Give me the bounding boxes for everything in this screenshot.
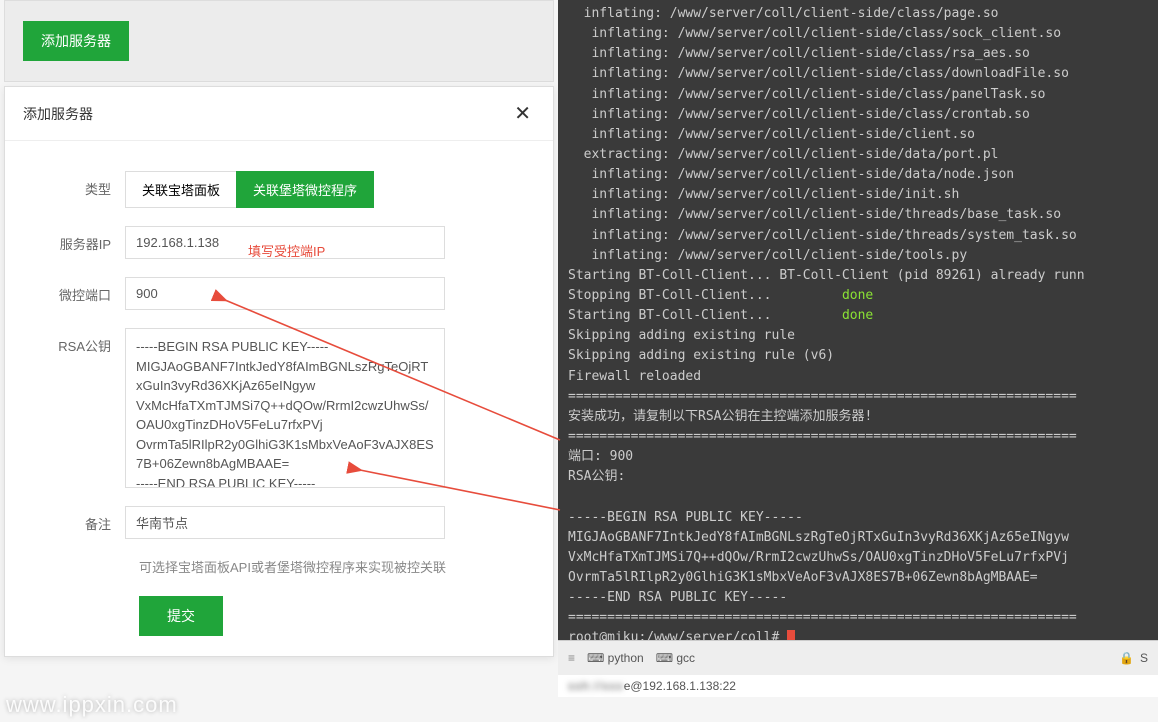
remark-label: 备注 bbox=[45, 506, 125, 533]
port-input[interactable] bbox=[125, 277, 445, 310]
menu-icon[interactable]: ≡ bbox=[568, 651, 575, 665]
terminal-status-bar: ≡ ⌨ python ⌨ gcc 🔒 S bbox=[558, 640, 1158, 675]
add-server-modal: 添加服务器 ✕ 类型 关联宝塔面板 关联堡塔微控程序 服务器IP 微控端口 RS… bbox=[4, 86, 554, 657]
add-server-button[interactable]: 添加服务器 bbox=[23, 21, 129, 61]
lock-icon: 🔒 bbox=[1119, 651, 1134, 665]
port-label: 微控端口 bbox=[45, 277, 125, 304]
help-text: 可选择宝塔面板API或者堡塔微控程序来实现被控关联 bbox=[139, 557, 513, 576]
type-label: 类型 bbox=[45, 171, 125, 198]
watermark: www.ippxin.com bbox=[6, 692, 178, 718]
top-bar: 添加服务器 bbox=[4, 0, 554, 82]
tab-panel[interactable]: 关联宝塔面板 bbox=[125, 171, 236, 208]
close-icon[interactable]: ✕ bbox=[510, 101, 535, 126]
status-right-text: S bbox=[1140, 651, 1148, 665]
terminal-cursor bbox=[787, 630, 795, 640]
server-ip-label: 服务器IP bbox=[45, 226, 125, 253]
tab-micro[interactable]: 关联堡塔微控程序 bbox=[236, 171, 374, 208]
modal-title: 添加服务器 bbox=[23, 104, 93, 124]
status-gcc[interactable]: ⌨ gcc bbox=[656, 651, 695, 665]
host-text: e@192.168.1.138:22 bbox=[624, 679, 736, 693]
connection-bar: ssh://xxx e@192.168.1.138:22 bbox=[558, 675, 1158, 697]
rsa-textarea[interactable] bbox=[125, 328, 445, 488]
submit-button[interactable]: 提交 bbox=[139, 596, 223, 636]
blurred-text: ssh://xxx bbox=[568, 679, 624, 693]
status-python[interactable]: ⌨ python bbox=[587, 651, 644, 665]
ip-hint-text: 填写受控端IP bbox=[248, 241, 325, 260]
remark-input[interactable] bbox=[125, 506, 445, 539]
rsa-label: RSA公钥 bbox=[45, 328, 125, 355]
terminal-output[interactable]: inflating: /www/server/coll/client-side/… bbox=[558, 0, 1158, 640]
